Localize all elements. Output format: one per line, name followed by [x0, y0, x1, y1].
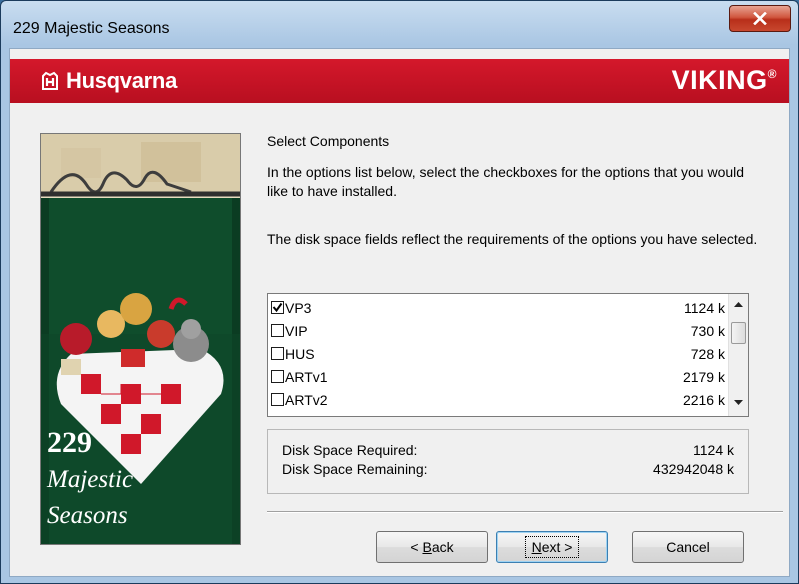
scroll-thumb[interactable] [731, 322, 746, 344]
artwork-number: 229 [47, 426, 92, 459]
component-row[interactable]: ARTv1 2179 k [271, 365, 729, 388]
divider-highlight [267, 512, 783, 513]
brand-banner: Husqvarna VIKING® [10, 59, 789, 103]
disk-space-panel: Disk Space Required: 1124 k Disk Space R… [267, 429, 749, 494]
component-row[interactable]: VP3 1124 k [271, 296, 729, 319]
title-bar[interactable]: 229 Majestic Seasons [1, 1, 798, 47]
registered-mark: ® [767, 67, 777, 81]
disk-required-label: Disk Space Required: [282, 442, 418, 458]
cancel-button-label: Cancel [666, 539, 710, 555]
component-name: HUS [285, 345, 315, 362]
component-size: 1124 k [684, 299, 725, 316]
brand-left-text: Husqvarna [66, 68, 178, 93]
disk-required-value: 1124 k [693, 442, 734, 458]
component-row[interactable]: VIP 730 k [271, 319, 729, 342]
component-size: 2216 k [682, 391, 725, 408]
close-button[interactable] [729, 5, 791, 32]
close-icon [753, 12, 767, 25]
component-checkbox[interactable] [271, 347, 284, 360]
disk-remaining-value: 432942048 k [653, 461, 734, 477]
disk-space-note: The disk space fields reflect the requir… [267, 231, 758, 247]
husqvarna-logo: Husqvarna [40, 68, 177, 94]
list-scrollbar[interactable] [728, 294, 748, 416]
brand-right-text: VIKING [671, 65, 768, 95]
component-name: ARTv2 [285, 391, 328, 408]
triangle-up-icon [734, 302, 743, 307]
dialog-client-area: Husqvarna VIKING® 229 Majestic Seasons S… [9, 48, 790, 577]
component-row[interactable]: HUS 728 k [271, 342, 729, 365]
scroll-down-arrow[interactable] [729, 394, 748, 411]
artwork-title-line2: Seasons [47, 502, 128, 529]
disk-required-row: Disk Space Required: 1124 k [282, 442, 734, 462]
back-button-label: < Back [410, 539, 454, 555]
component-size: 2179 k [682, 368, 725, 385]
back-button[interactable]: < Back [376, 531, 488, 563]
disk-remaining-label: Disk Space Remaining: [282, 461, 428, 477]
artwork-title-line1: Majestic [47, 466, 134, 493]
component-checkbox[interactable] [271, 370, 284, 383]
scroll-up-arrow[interactable] [729, 296, 748, 313]
cancel-button[interactable]: Cancel [632, 531, 744, 563]
component-checkbox[interactable] [271, 324, 284, 337]
component-checkbox[interactable] [271, 393, 284, 406]
triangle-down-icon [734, 400, 743, 405]
component-size: 728 k [690, 345, 725, 362]
checkmark-icon [272, 302, 283, 313]
product-artwork: 229 Majestic Seasons [40, 133, 241, 545]
disk-remaining-row: Disk Space Remaining: 432942048 k [282, 461, 734, 481]
husqvarna-crown-icon [42, 71, 58, 90]
next-button-label: Next > [524, 536, 580, 558]
installer-window: 229 Majestic Seasons Husqvarna VIKING® 2… [0, 0, 799, 584]
section-heading: Select Components [267, 133, 390, 149]
component-name: VIP [285, 322, 308, 339]
component-checkbox[interactable] [271, 301, 284, 314]
next-button[interactable]: Next > [496, 531, 608, 563]
window-title: 229 Majestic Seasons [13, 20, 170, 37]
component-name: ARTv1 [285, 368, 328, 385]
component-name: VP3 [285, 299, 312, 316]
instructions-text: In the options list below, select the ch… [267, 164, 745, 199]
component-size: 730 k [690, 322, 725, 339]
components-list[interactable]: VP3 1124 k VIP 730 k HUS 728 k ARTv1 217… [267, 293, 749, 417]
component-row[interactable]: ARTv2 2216 k [271, 388, 729, 411]
viking-logo: VIKING® [672, 65, 777, 96]
